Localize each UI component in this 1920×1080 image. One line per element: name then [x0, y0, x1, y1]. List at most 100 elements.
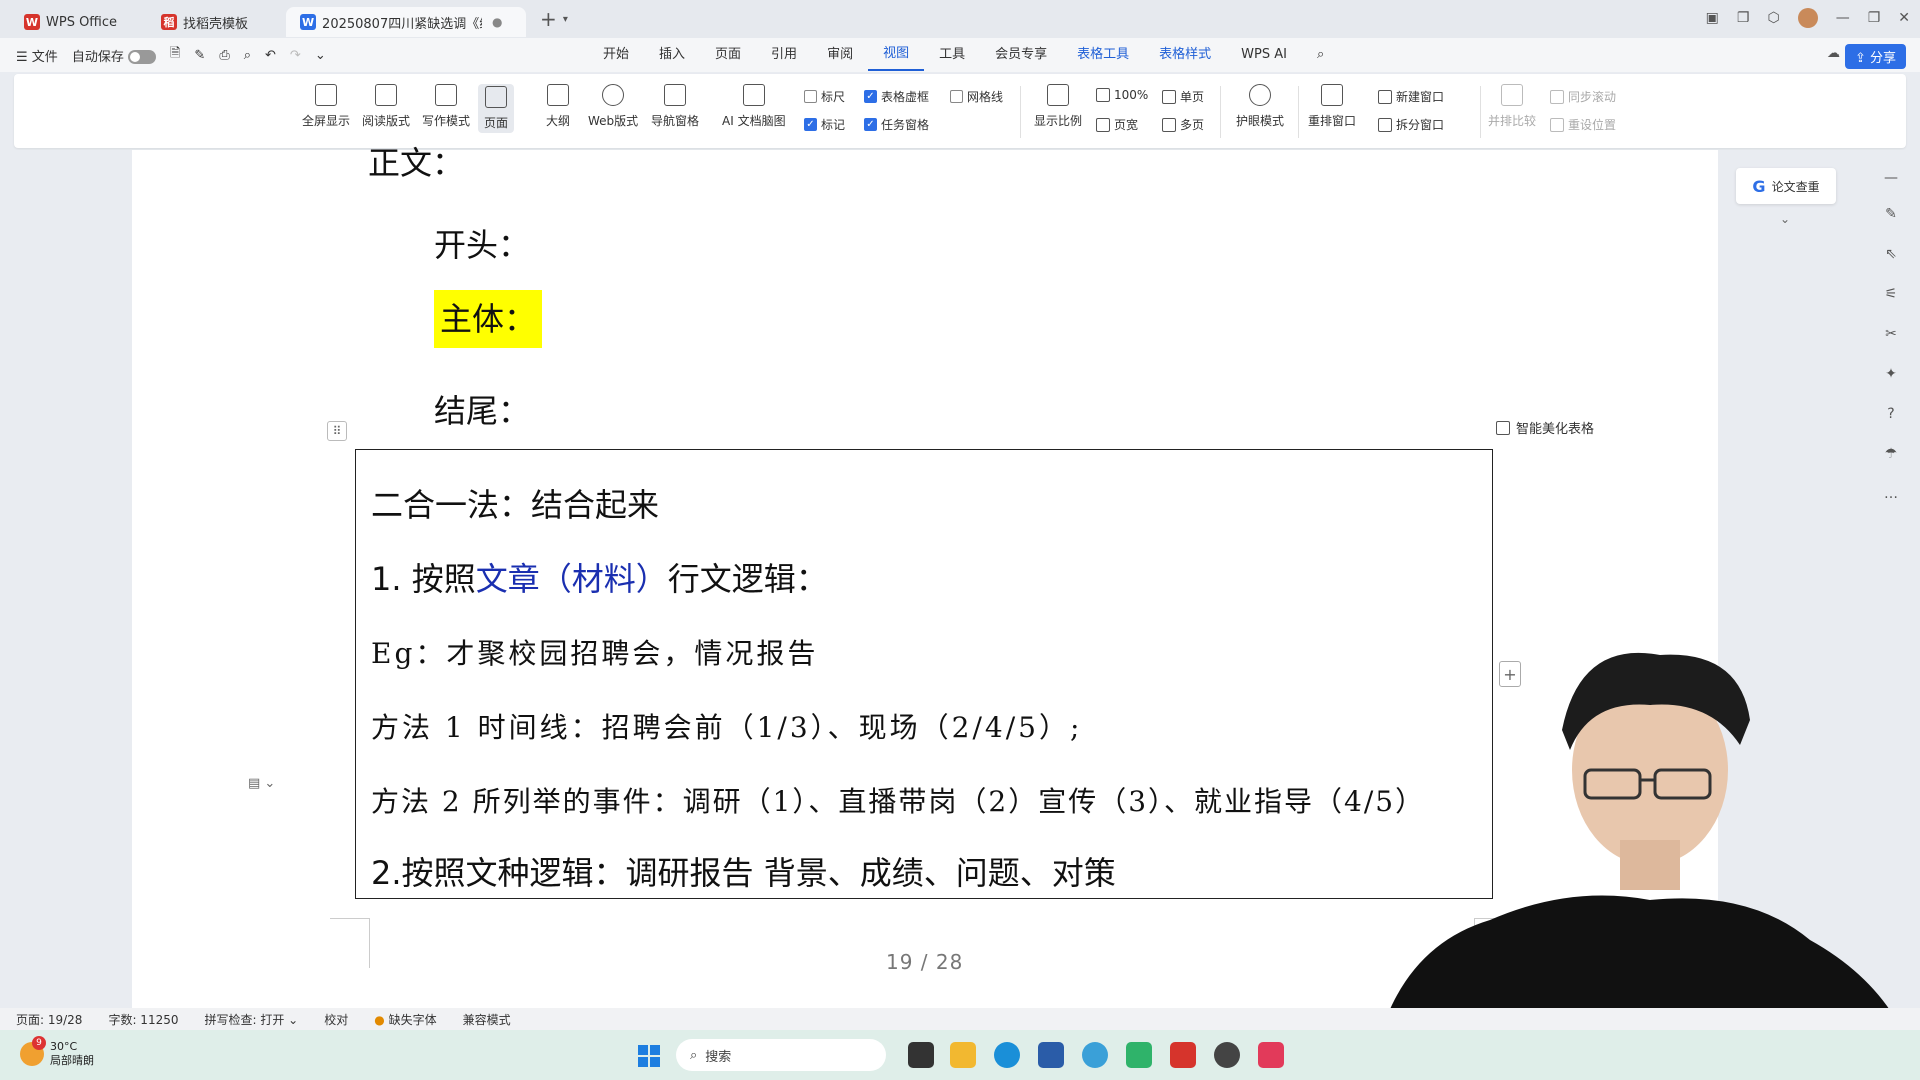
tools-icon[interactable]: ✂ [1882, 326, 1900, 344]
print-preview-icon[interactable]: ⌕ [244, 48, 251, 63]
tab-list-chevron-icon[interactable]: ▾ [563, 14, 568, 25]
more-chevron-icon[interactable]: ⌄ [315, 48, 326, 63]
sync-scroll-button[interactable]: 同步滚动 [1550, 88, 1616, 105]
save-icon[interactable]: 🗎 [170, 44, 180, 66]
screenshot-icon[interactable]: ▣ [1706, 10, 1719, 26]
nav-pane-button[interactable]: 导航窗格 [651, 84, 699, 129]
edge-browser-icon[interactable] [994, 1042, 1020, 1068]
store-icon[interactable] [1038, 1042, 1064, 1068]
tab-insert[interactable]: 插入 [644, 38, 700, 72]
task-view-icon[interactable] [908, 1042, 934, 1068]
word-count[interactable]: 字数: 11250 [108, 1011, 178, 1028]
tab-close-icon[interactable]: ● [492, 15, 502, 29]
title-bar: W WPS Office 稻 找稻壳模板 W 20250807四川紧缺选调《综 … [0, 0, 1920, 38]
page-width-icon [1096, 117, 1110, 132]
tab-template[interactable]: 稻 找稻壳模板 [147, 7, 262, 37]
side-by-side-button[interactable]: 并排比较 [1488, 84, 1536, 129]
missing-font-button[interactable]: ● 缺失字体 [374, 1011, 436, 1028]
tab-table-tools[interactable]: 表格工具 [1062, 38, 1144, 72]
tab-start[interactable]: 开始 [588, 38, 644, 72]
reset-position-button[interactable]: 重设位置 [1550, 116, 1616, 133]
tab-page[interactable]: 页面 [700, 38, 756, 72]
print-icon[interactable]: ⎙ [219, 48, 229, 63]
task-pane-checkbox[interactable]: ✓ 任务窗格 [864, 116, 929, 133]
ai-mindmap-button[interactable]: AI 文档脑图 [722, 84, 786, 129]
markup-checkbox[interactable]: ✓ 标记 [804, 116, 845, 133]
tab-review[interactable]: 审阅 [812, 38, 868, 72]
zoom-100-icon [1096, 88, 1110, 102]
content-table[interactable]: 二合一法：结合起来 1. 按照文章（材料）行文逻辑： Eg：才聚校园招聘会，情况… [355, 449, 1493, 899]
tab-member[interactable]: 会员专享 [980, 38, 1062, 72]
edit-icon[interactable]: ✎ [1882, 206, 1900, 224]
table-gridlines-checkbox[interactable]: ✓ 表格虚框 [864, 88, 929, 105]
single-page-button[interactable]: 单页 [1162, 88, 1204, 105]
web-layout-button[interactable]: Web版式 [588, 84, 638, 129]
avatar[interactable] [1797, 8, 1818, 28]
table-move-handle-icon[interactable]: ⠿ [327, 421, 347, 441]
writing-mode-button[interactable]: 写作模式 [422, 84, 470, 129]
window-icon[interactable]: ❐ [1737, 10, 1750, 26]
taskbar-search[interactable]: ⌕ 搜索 [676, 1039, 886, 1071]
page-width-button[interactable]: 页宽 [1096, 116, 1138, 133]
restore-icon[interactable]: ❐ [1868, 10, 1881, 26]
paragraph-mark-icon[interactable]: ▤ ⌄ [248, 776, 275, 791]
red-app-icon[interactable] [1258, 1042, 1284, 1068]
autosave-toggle[interactable] [127, 50, 156, 64]
more-icon[interactable]: … [1882, 486, 1900, 504]
windows-start-icon[interactable] [638, 1045, 660, 1067]
arrange-window-button[interactable]: 重排窗口 [1308, 84, 1356, 129]
reading-mode-button[interactable]: 阅读版式 [362, 84, 410, 129]
help-icon[interactable]: ? [1882, 406, 1900, 424]
eye-mode-button[interactable]: 护眼模式 [1236, 84, 1284, 129]
close-icon[interactable]: ✕ [1898, 10, 1910, 26]
page-status[interactable]: 页面: 19/28 [16, 1011, 82, 1028]
fullscreen-button[interactable]: 全屏显示 [302, 84, 350, 129]
file-menu[interactable]: ☰ 文件 [16, 46, 58, 65]
skin-icon[interactable]: ☂ [1882, 446, 1900, 464]
chat-app-icon[interactable] [1126, 1042, 1152, 1068]
tab-reference[interactable]: 引用 [756, 38, 812, 72]
cloud-icon[interactable]: ☁ [1827, 46, 1840, 61]
tab-document[interactable]: W 20250807四川紧缺选调《综 ● [286, 7, 527, 37]
expand-chevron-icon[interactable]: ⌄ [1780, 212, 1790, 226]
autosave[interactable]: 自动保存 [72, 46, 156, 65]
table-line: 1. 按照文章（材料）行文逻辑： [371, 554, 828, 600]
outline-button[interactable]: 大纲 [546, 84, 570, 129]
collapse-icon[interactable]: — [1882, 170, 1900, 188]
spell-check-status[interactable]: 拼写检查: 打开 ⌄ [205, 1011, 299, 1028]
multi-page-button[interactable]: 多页 [1162, 116, 1204, 133]
minimize-icon[interactable]: — [1836, 10, 1850, 26]
wps-taskbar-icon[interactable] [1170, 1042, 1196, 1068]
new-tab-icon[interactable]: + [540, 7, 557, 31]
smart-beautify-table-button[interactable]: 智能美化表格 [1496, 418, 1594, 437]
tab-view[interactable]: 视图 [868, 39, 925, 71]
zoom-100-button[interactable]: 100% [1096, 88, 1148, 102]
page-view-button[interactable]: 页面 [478, 84, 515, 133]
multi-page-label: 多页 [1180, 118, 1205, 132]
new-window-button[interactable]: 新建窗口 [1378, 88, 1444, 105]
zoom-ratio-button[interactable]: 显示比例 [1034, 84, 1082, 129]
browser-icon[interactable] [1082, 1042, 1108, 1068]
undo-icon[interactable]: ↶ [265, 48, 276, 63]
redo-icon[interactable]: ↷ [290, 48, 301, 63]
adjust-icon[interactable]: ⚟ [1882, 286, 1900, 304]
format-painter-icon[interactable]: ✎ [194, 48, 205, 63]
file-explorer-icon[interactable] [950, 1042, 976, 1068]
ai-icon[interactable]: ✦ [1882, 366, 1900, 384]
tab-wps-ai[interactable]: WPS AI [1226, 38, 1302, 72]
tab-table-style[interactable]: 表格样式 [1144, 38, 1226, 72]
ruler-checkbox[interactable]: 标尺 [804, 88, 845, 105]
search-icon[interactable]: ⌕ [1302, 38, 1339, 72]
split-window-button[interactable]: 拆分窗口 [1378, 116, 1444, 133]
plagiarism-check-button[interactable]: G 论文查重 [1736, 168, 1836, 204]
share-button[interactable]: ⇪ 分享 [1844, 44, 1906, 69]
cube-icon[interactable]: ⬡ [1767, 10, 1779, 26]
app-icon[interactable] [1214, 1042, 1240, 1068]
tab-wps-office[interactable]: W WPS Office [10, 7, 131, 37]
task-pane-label: 任务窗格 [881, 118, 930, 132]
gridlines-checkbox[interactable]: 网格线 [950, 88, 1003, 105]
weather-widget[interactable]: 9 30°C 局部晴朗 [20, 1036, 94, 1068]
tab-tools[interactable]: 工具 [924, 38, 980, 72]
proofread-button[interactable]: 校对 [324, 1011, 348, 1028]
select-icon[interactable]: ⇖ [1882, 246, 1900, 264]
